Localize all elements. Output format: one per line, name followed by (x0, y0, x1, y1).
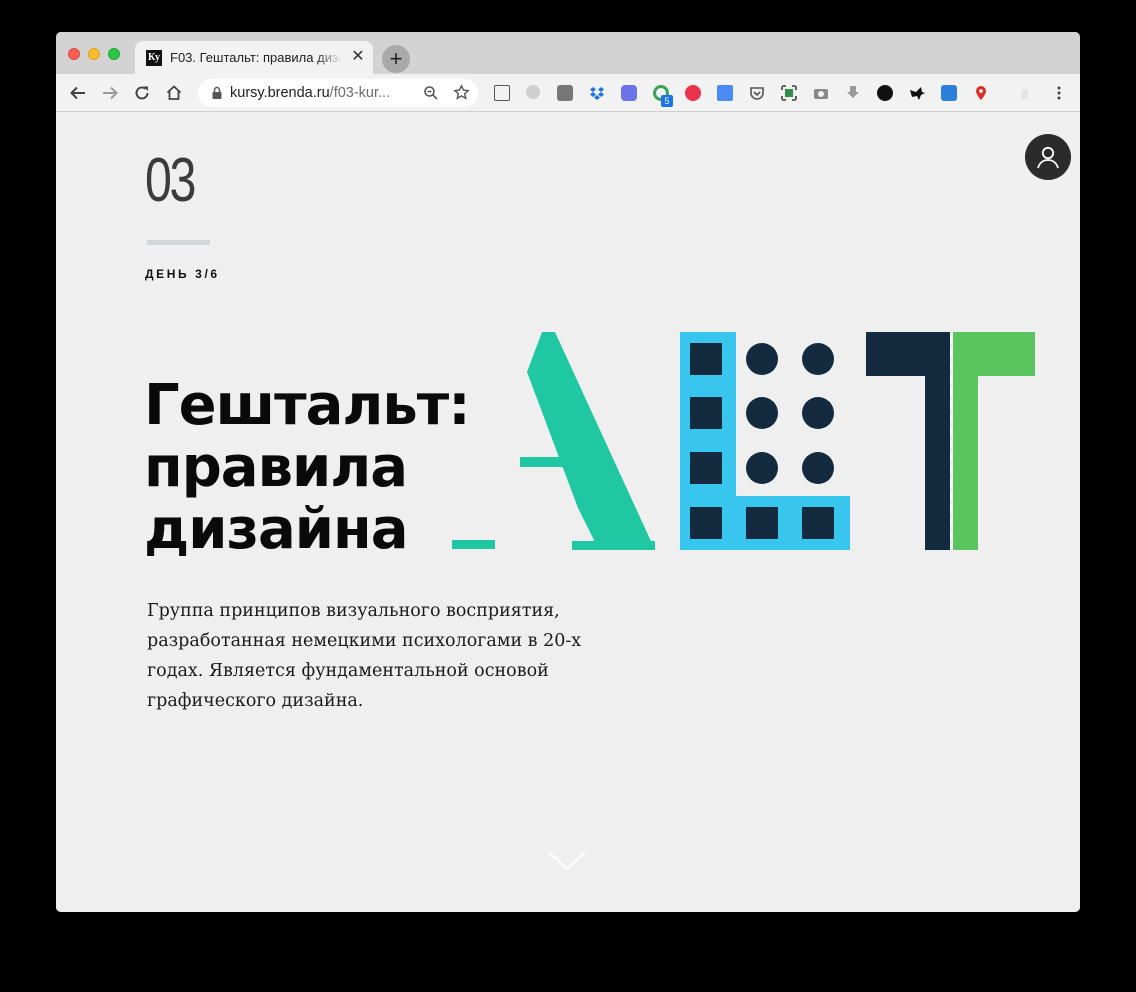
ghost-extension-icon[interactable] (1017, 85, 1033, 101)
qr-code-extension-icon[interactable] (494, 85, 510, 101)
camera-extension-icon[interactable] (813, 85, 829, 101)
url-path: /f03-kur... (329, 85, 391, 101)
back-button[interactable] (66, 81, 90, 105)
window-close-button[interactable] (68, 48, 80, 60)
site-favicon-icon: Ку (146, 50, 162, 66)
bookmark-star-icon[interactable] (453, 84, 470, 101)
address-bar[interactable]: kursy.brenda.ru/f03-kur... (198, 79, 478, 107)
browser-toolbar: kursy.brenda.ru/f03-kur... 5 (56, 74, 1080, 112)
title-line: Гештальт: (144, 373, 471, 438)
screenshot-extension-icon[interactable] (781, 85, 797, 101)
profile-button[interactable] (1025, 134, 1071, 180)
map-pin-extension-icon[interactable] (973, 85, 989, 101)
browser-window: Ку F03. Гештальт: правила дизайна ✕ + ku… (56, 32, 1080, 912)
browser-tab[interactable]: Ку F03. Гештальт: правила дизайна ✕ (135, 41, 373, 74)
menu-dots-icon[interactable] (1051, 85, 1067, 101)
bird-extension-icon[interactable] (909, 85, 925, 101)
home-icon (166, 85, 182, 100)
url-host: kursy.brenda.ru (230, 85, 330, 101)
forward-arrow-icon (103, 86, 118, 100)
user-icon (1037, 146, 1059, 169)
url-text: kursy.brenda.ru/f03-kur... (230, 85, 390, 101)
download-arrow-extension-icon[interactable] (845, 85, 861, 101)
reload-icon (135, 86, 149, 100)
wave-extension-icon[interactable] (941, 85, 957, 101)
window-maximize-button[interactable] (108, 48, 120, 60)
page-title: Гештальт: правила дизайна (144, 375, 484, 561)
new-tab-button[interactable]: + (382, 45, 410, 73)
zoom-out-icon[interactable] (423, 85, 439, 101)
lesson-number-underline (147, 240, 210, 245)
tab-strip: Ку F03. Гештальт: правила дизайна ✕ + (56, 32, 1080, 74)
extension-badge: 5 (661, 95, 673, 107)
download-box-extension-icon[interactable] (557, 85, 573, 101)
lead-line: годах. Является фундаментальной основой (147, 661, 549, 681)
back-arrow-icon (70, 86, 85, 100)
download-circle-extension-icon[interactable] (877, 85, 893, 101)
lead-line: Группа принципов визуального восприятия, (147, 601, 560, 621)
scroll-down-chevron-icon[interactable] (547, 850, 587, 872)
lead-line: графического дизайна. (147, 691, 364, 711)
forward-button[interactable] (98, 81, 122, 105)
day-progress-label: ДЕНЬ 3/6 (145, 267, 220, 281)
lead-paragraph: Группа принципов визуального восприятия,… (147, 596, 647, 716)
title-line: дизайна (144, 497, 409, 562)
home-button[interactable] (162, 81, 186, 105)
translate-extension-icon[interactable] (717, 85, 733, 101)
lesson-number: 03 (145, 146, 196, 215)
reload-button[interactable] (130, 81, 154, 105)
page-content: 03 ДЕНЬ 3/6 Гештальт: правила дизайна Гр… (56, 112, 1080, 912)
r-shield-extension-icon[interactable] (621, 85, 637, 101)
tab-title: F03. Гештальт: правила дизайна (170, 50, 342, 66)
pocket-extension-icon[interactable] (749, 85, 765, 101)
tab-close-icon[interactable]: ✕ (350, 48, 366, 66)
dropbox-extension-icon[interactable] (589, 85, 605, 101)
moon-extension-icon[interactable] (526, 85, 540, 99)
gestalt-letters-illustration-icon (452, 332, 1035, 550)
window-minimize-button[interactable] (88, 48, 100, 60)
lock-icon (212, 86, 222, 99)
title-line: правила (144, 435, 408, 500)
lead-line: разработанная немецкими психологами в 20… (147, 631, 582, 651)
y-circle-extension-icon[interactable] (685, 85, 701, 101)
